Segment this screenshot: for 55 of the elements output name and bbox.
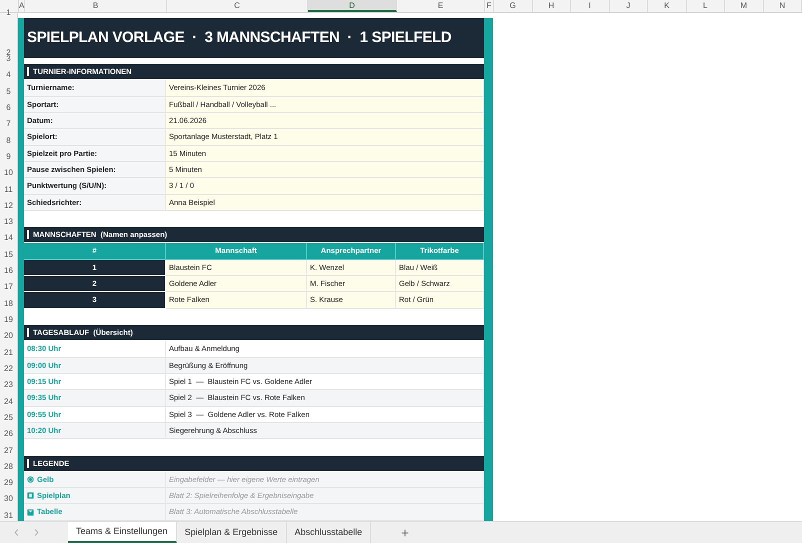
row-number[interactable]: 27 xyxy=(0,439,17,456)
column-header[interactable]: H xyxy=(532,0,571,12)
row-number[interactable]: 13 xyxy=(0,210,17,228)
row-number[interactable]: 28 xyxy=(0,456,17,472)
column-header[interactable]: K xyxy=(648,0,686,12)
column-header[interactable]: I xyxy=(571,0,610,12)
column-header[interactable]: B xyxy=(25,0,167,12)
row-number[interactable]: 11 xyxy=(0,178,17,194)
column-header[interactable]: M xyxy=(725,0,764,12)
row-number[interactable]: 16 xyxy=(0,260,17,276)
row-number[interactable]: 18 xyxy=(0,292,17,309)
column-header[interactable]: A xyxy=(19,0,25,12)
row-number[interactable]: 15 xyxy=(0,243,17,260)
row-number[interactable]: 25 xyxy=(0,406,17,423)
chevron-left-icon[interactable] xyxy=(13,528,20,537)
row-number[interactable]: 22 xyxy=(0,358,17,374)
row-number[interactable]: 21 xyxy=(0,341,17,358)
sheet-tab[interactable]: Teams & Einstellungen xyxy=(68,522,177,543)
row-number[interactable]: 20 xyxy=(0,325,17,342)
sheet-tab[interactable]: Abschlusstabelle xyxy=(286,522,372,543)
row-number[interactable]: 23 xyxy=(0,374,17,390)
section-marker-icon xyxy=(27,458,29,468)
column-header[interactable]: E xyxy=(397,0,485,12)
column-header[interactable]: F xyxy=(485,0,494,12)
row-number[interactable]: 31 xyxy=(0,504,17,521)
chevron-right-icon[interactable] xyxy=(33,528,40,537)
row-number[interactable]: 8 xyxy=(0,129,17,146)
row-number[interactable]: 7 xyxy=(0,112,17,130)
section-marker-icon xyxy=(27,230,29,240)
section-marker-icon xyxy=(27,328,29,338)
column-header[interactable]: G xyxy=(494,0,532,12)
row-number[interactable]: 6 xyxy=(0,96,17,113)
row-number[interactable]: 5 xyxy=(0,80,17,97)
row-number[interactable]: 10 xyxy=(0,162,17,178)
row-number[interactable]: 30 xyxy=(0,488,17,504)
row-number[interactable]: 19 xyxy=(0,308,17,325)
sheet-title: SPIELPLAN VORLAGE · 3 MANNSCHAFTEN · 1 SPIELFELD xyxy=(24,18,484,58)
row-number[interactable]: 17 xyxy=(0,276,17,292)
row-number[interactable]: 14 xyxy=(0,227,17,244)
row-number[interactable]: 29 xyxy=(0,472,17,488)
circle-icon xyxy=(27,476,34,483)
row-number[interactable]: 9 xyxy=(0,146,17,162)
column-header[interactable]: N xyxy=(764,0,802,12)
sheet-tab[interactable]: Spielplan & Ergebnisse xyxy=(176,522,287,543)
row-number[interactable]: 26 xyxy=(0,422,17,440)
table-icon xyxy=(27,508,34,516)
column-header[interactable]: D xyxy=(308,0,397,12)
add-sheet-icon[interactable] xyxy=(401,528,410,536)
sheet-icon xyxy=(27,492,34,500)
row-number[interactable]: 12 xyxy=(0,194,17,211)
section-marker-icon xyxy=(27,67,29,76)
column-header[interactable]: J xyxy=(610,0,648,12)
row-number[interactable]: 24 xyxy=(0,390,17,407)
row-number[interactable]: 4 xyxy=(0,64,17,80)
column-header[interactable]: L xyxy=(686,0,725,12)
